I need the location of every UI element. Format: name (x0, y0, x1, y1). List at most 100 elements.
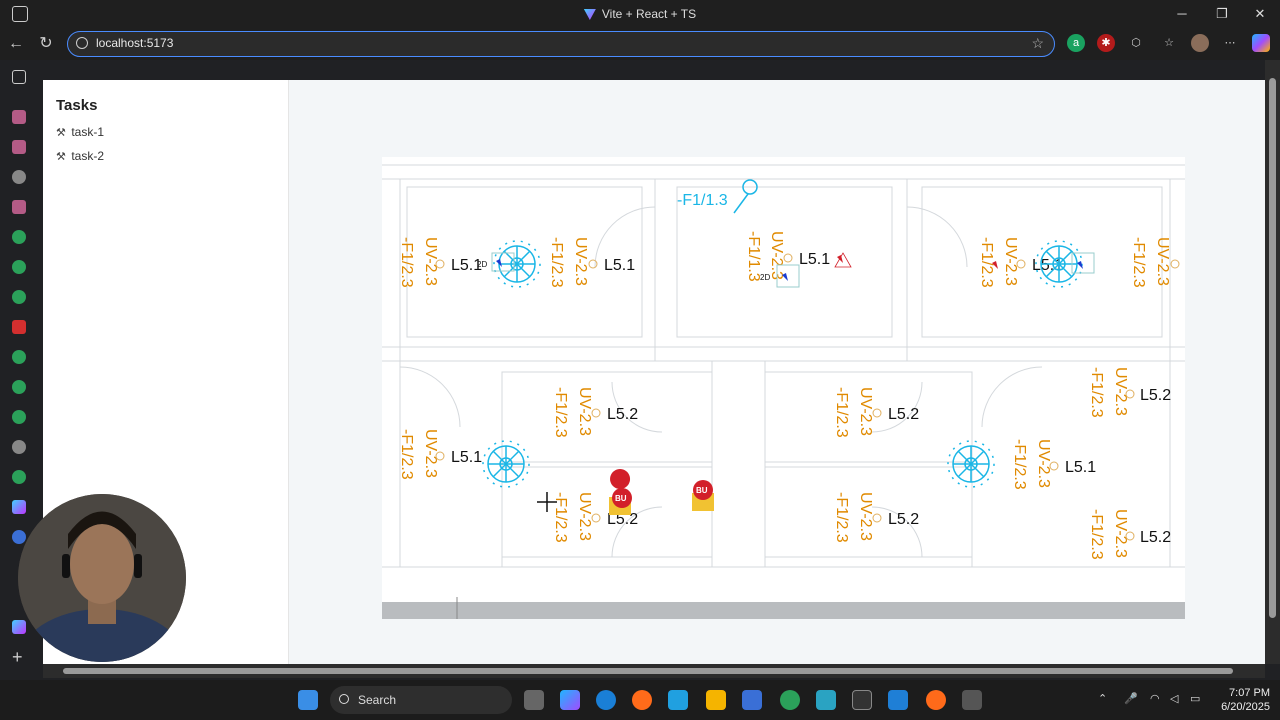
window-title-text: Vite + React + TS (601, 7, 697, 21)
taskbar-clock[interactable]: 7:07 PM 6/20/2025 (1221, 686, 1270, 714)
chrome-icon[interactable] (780, 690, 800, 710)
hammer-wrench-icon: ⚒ (56, 127, 66, 139)
copilot-icon[interactable] (1252, 34, 1270, 52)
site-info-icon[interactable] (76, 37, 88, 49)
taskbar-search-box[interactable]: Search (330, 686, 512, 714)
hammer-wrench-icon: ⚒ (56, 151, 66, 163)
svg-text:-F1/2.3: -F1/2.3 (1088, 367, 1105, 418)
chrome-app-icon[interactable] (12, 260, 26, 274)
edge-browser-icon[interactable] (596, 690, 616, 710)
floorplan-footer-strip (382, 602, 1185, 619)
svg-text:UV-2.3: UV-2.3 (857, 387, 874, 436)
notepad-icon[interactable] (816, 690, 836, 710)
chrome-app-icon[interactable] (12, 410, 26, 424)
browser-title-bar: Vite + React + TS ─ ❐ ✕ (0, 0, 1280, 28)
react-app-icon[interactable] (12, 530, 26, 544)
tasks-heading: Tasks (56, 97, 98, 114)
more-menu-icon[interactable]: ⋯ (1221, 34, 1239, 52)
address-bar-row: ← ↻ localhost:5173 ☆ (0, 28, 1280, 60)
svg-text:-F1/2.3: -F1/2.3 (833, 492, 850, 543)
vertical-scrollbar[interactable] (1265, 60, 1280, 664)
svg-text:BU: BU (615, 494, 627, 503)
svg-text:UV-2.3: UV-2.3 (572, 237, 589, 286)
task-item-2[interactable]: ⚒ task-2 (56, 149, 104, 163)
microsoft-store-icon[interactable] (742, 690, 762, 710)
floorplan-canvas-area[interactable]: -F1/2.3 UV-2.3 -F1/2.3 UV-2.3 -F1/1.3 UV… (290, 80, 1265, 664)
webcam-overlay (18, 494, 186, 662)
add-app-icon[interactable]: + (12, 648, 26, 666)
task-view-icon[interactable] (524, 690, 544, 710)
url-field[interactable]: localhost:5173 ☆ (67, 31, 1055, 57)
chrome-app-icon[interactable] (12, 350, 26, 364)
page-viewport: Tasks ⚒ task-1 ⚒ task-2 -F1/2.3 UV-2.3 -… (43, 60, 1265, 664)
svg-text:L5.2: L5.2 (888, 511, 919, 528)
svg-text:UV-2.3: UV-2.3 (857, 492, 874, 541)
tray-overflow-icon[interactable]: ⌃ (1098, 692, 1107, 705)
tabs-icon[interactable] (12, 70, 26, 84)
svg-text:-F1/2.3: -F1/2.3 (1088, 509, 1105, 560)
svg-text:L5.1: L5.1 (451, 449, 482, 466)
postman-icon[interactable] (926, 690, 946, 710)
rail-bookmark-icon[interactable] (12, 200, 26, 214)
battery-icon[interactable]: ▭ (1190, 692, 1200, 705)
close-icon[interactable]: ✕ (1250, 4, 1270, 24)
volume-icon[interactable]: ◁ (1170, 692, 1178, 705)
favorites-icon[interactable]: ☆ (1160, 34, 1178, 52)
network-app-icon[interactable] (668, 690, 688, 710)
windows-start-icon[interactable] (298, 690, 318, 710)
file-explorer-icon[interactable] (706, 690, 726, 710)
svg-text:-F1/2.3: -F1/2.3 (552, 492, 569, 543)
search-placeholder: Search (358, 693, 397, 707)
search-icon (339, 694, 349, 704)
github-icon[interactable] (12, 440, 26, 454)
minimize-icon[interactable]: ─ (1172, 4, 1192, 24)
vscode-icon[interactable] (888, 690, 908, 710)
youtube-icon[interactable] (12, 320, 26, 334)
svg-text:-F1/2.3: -F1/2.3 (548, 237, 565, 288)
svg-text:-F1/2.3: -F1/2.3 (1130, 237, 1147, 288)
task-item-1[interactable]: ⚒ task-1 (56, 125, 104, 139)
vite-app-icon[interactable] (12, 500, 26, 514)
clock-date: 6/20/2025 (1221, 701, 1270, 713)
favorite-star-icon[interactable]: ☆ (1031, 32, 1044, 55)
refresh-icon[interactable]: ↻ (36, 34, 56, 54)
clock-time: 7:07 PM (1229, 687, 1270, 699)
chrome-app-icon[interactable] (12, 230, 26, 244)
task-label: task-1 (71, 125, 105, 139)
svg-text:L5.1: L5.1 (604, 257, 635, 274)
vite-app-icon[interactable] (12, 620, 26, 634)
bu-marker[interactable]: BU (692, 480, 714, 511)
github-icon[interactable] (12, 170, 26, 184)
svg-text:-F1/2.3: -F1/2.3 (398, 237, 415, 288)
svg-text:L5.1: L5.1 (1065, 459, 1096, 476)
floorplan-drawing[interactable]: -F1/2.3 UV-2.3 -F1/2.3 UV-2.3 -F1/1.3 UV… (382, 157, 1185, 619)
url-text: localhost:5173 (96, 36, 174, 50)
back-icon[interactable]: ← (6, 34, 26, 54)
wifi-icon[interactable]: ◠ (1150, 692, 1160, 705)
person-video-image (18, 494, 186, 662)
svg-text:BU: BU (696, 486, 708, 495)
rail-bookmark-icon[interactable] (12, 110, 26, 124)
chrome-app-icon[interactable] (12, 290, 26, 304)
window-title: Vite + React + TS (0, 7, 1280, 21)
windows-taskbar: Search ⌃ 🎤 ◠ ◁ ▭ 7:07 PM 6/20/2025 (0, 680, 1280, 720)
cyan-circuit-label: -F1/1.3 (677, 192, 728, 209)
svg-text:-F1/2.3: -F1/2.3 (398, 429, 415, 480)
svg-text:L5.2: L5.2 (1140, 529, 1171, 546)
page-header-bar (43, 60, 1265, 80)
chrome-app-icon[interactable] (12, 470, 26, 484)
maximize-icon[interactable]: ❐ (1212, 4, 1232, 24)
copilot-app-icon[interactable] (560, 690, 580, 710)
profile-avatar[interactable] (1191, 34, 1209, 52)
terminal-icon[interactable] (852, 690, 872, 710)
calculator-icon[interactable] (962, 690, 982, 710)
firefox-icon[interactable] (632, 690, 652, 710)
rail-bookmark-icon[interactable] (12, 140, 26, 154)
horizontal-scrollbar[interactable] (43, 664, 1265, 678)
extension-bug-icon[interactable]: ✱ (1097, 34, 1115, 52)
extensions-puzzle-icon[interactable]: ⬡ (1127, 34, 1145, 52)
chrome-app-icon[interactable] (12, 380, 26, 394)
task-label: task-2 (71, 149, 105, 163)
microphone-icon[interactable]: 🎤 (1124, 692, 1138, 705)
extension-a-icon[interactable]: a (1067, 34, 1085, 52)
